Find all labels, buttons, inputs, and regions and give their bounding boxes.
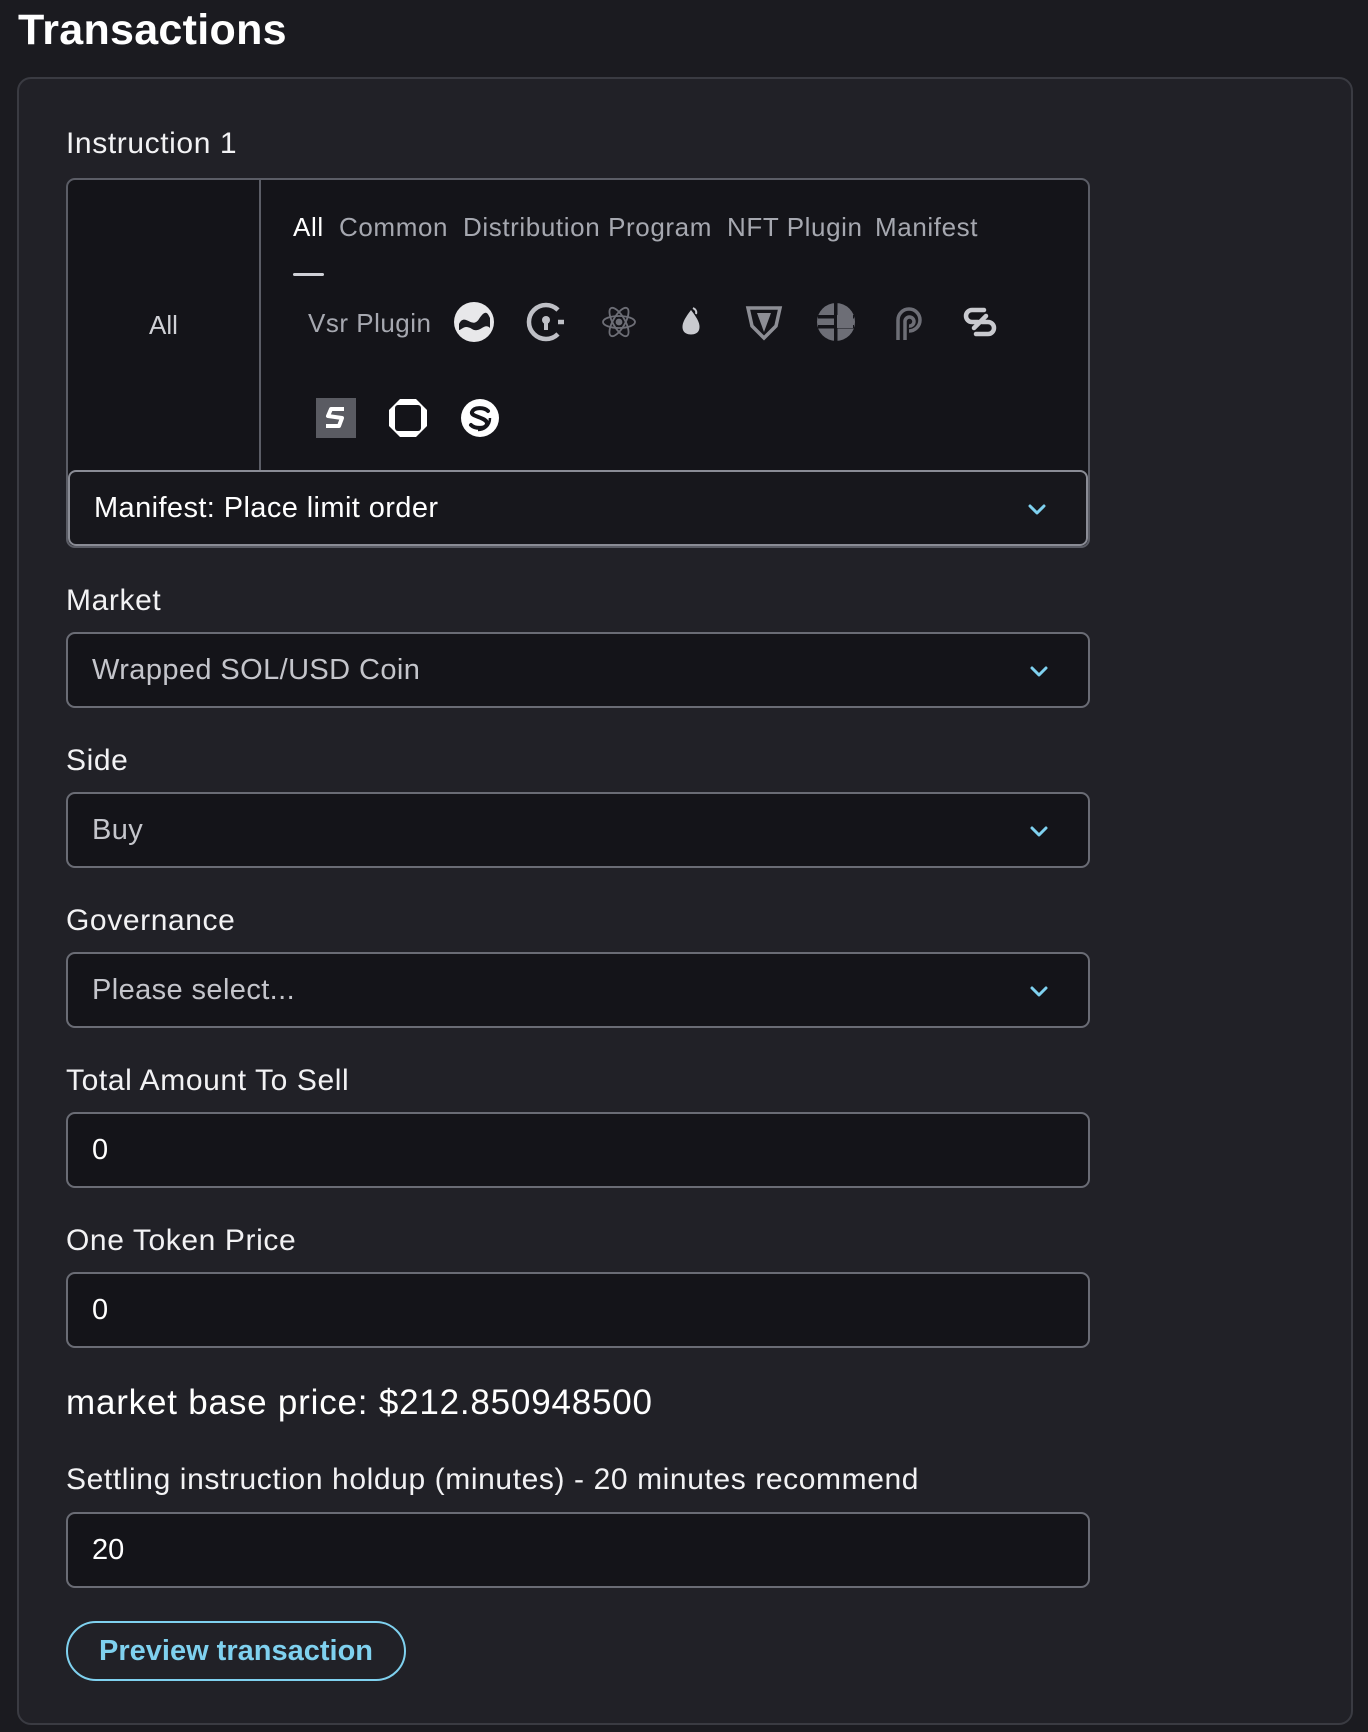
token-price-label: One Token Price	[66, 1224, 297, 1257]
market-select-value: Wrapped SOL/USD Coin	[92, 654, 421, 686]
market-label: Market	[66, 584, 162, 617]
active-tab-indicator	[293, 273, 324, 276]
shield-logo-icon[interactable]	[742, 300, 786, 344]
globe-logo-icon[interactable]	[814, 300, 858, 344]
tab-all[interactable]: All	[293, 212, 324, 243]
atom-logo-icon[interactable]	[597, 300, 641, 344]
drop-logo-icon[interactable]	[669, 300, 713, 344]
preview-transaction-button[interactable]: Preview transaction	[66, 1621, 406, 1681]
governance-select-placeholder: Please select...	[92, 974, 296, 1006]
category-all[interactable]: All	[68, 180, 261, 470]
chevron-down-icon	[1028, 820, 1050, 842]
chain-logo-icon[interactable]	[958, 300, 1002, 344]
page-title: Transactions	[18, 6, 287, 54]
wave-logo-icon[interactable]	[452, 300, 496, 344]
tab-nft-plugin[interactable]: NFT Plugin	[727, 212, 863, 243]
token-price-input[interactable]	[66, 1272, 1090, 1348]
holdup-label: Settling instruction holdup (minutes) - …	[66, 1463, 920, 1496]
total-amount-label: Total Amount To Sell	[66, 1064, 350, 1097]
governance-label: Governance	[66, 904, 236, 937]
tab-manifest[interactable]: Manifest	[875, 212, 978, 243]
tab-common[interactable]: Common	[339, 212, 448, 243]
tab-distribution-program[interactable]: Distribution Program	[463, 212, 712, 243]
p-logo-icon[interactable]	[886, 300, 930, 344]
total-amount-input[interactable]	[66, 1112, 1090, 1188]
chevron-down-icon	[1026, 498, 1048, 520]
governance-select[interactable]: Please select...	[66, 952, 1090, 1028]
instruction-label: Instruction 1	[66, 127, 238, 160]
instruction-picker: All All Common Distribution Program NFT …	[66, 178, 1090, 548]
side-select-value: Buy	[92, 814, 144, 846]
tab-vsr-plugin[interactable]: Vsr Plugin	[308, 308, 432, 339]
side-label: Side	[66, 744, 129, 777]
market-base-price: market base price: $212.850948500	[66, 1383, 653, 1422]
octagon-logo-icon[interactable]	[386, 396, 430, 440]
chevron-down-icon	[1028, 660, 1050, 682]
holdup-input[interactable]	[66, 1512, 1090, 1588]
instruction-select[interactable]: Manifest: Place limit order	[68, 470, 1088, 546]
instruction-select-value: Manifest: Place limit order	[94, 492, 439, 524]
chevron-down-icon	[1028, 980, 1050, 1002]
side-select[interactable]: Buy	[66, 792, 1090, 868]
market-select[interactable]: Wrapped SOL/USD Coin	[66, 632, 1090, 708]
swirl-logo-icon[interactable]	[458, 396, 502, 440]
lock-logo-icon[interactable]	[524, 300, 568, 344]
s-square-logo-icon[interactable]	[314, 396, 358, 440]
